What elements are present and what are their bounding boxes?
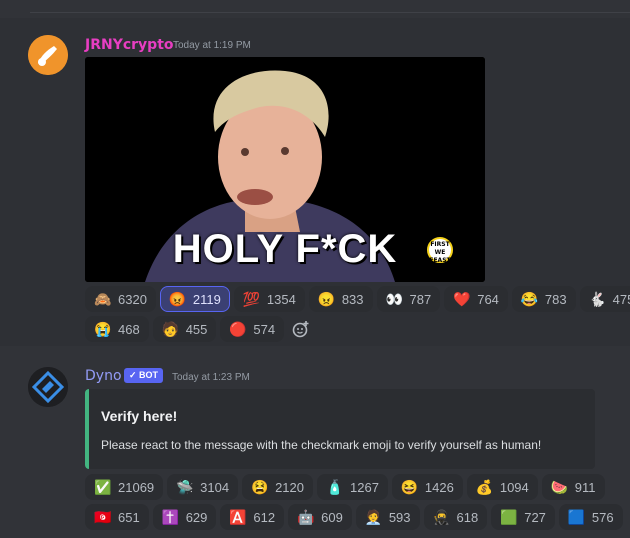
- divider: [30, 12, 630, 13]
- reaction-button[interactable]: 🙈 6320: [85, 286, 156, 312]
- reaction-button[interactable]: 🔴 574: [220, 316, 285, 342]
- reaction-count: 727: [524, 509, 546, 525]
- reaction-button[interactable]: 🧑‍💼 593: [355, 504, 420, 530]
- reaction-emoji-icon: 💯: [242, 290, 261, 307]
- username[interactable]: Dyno: [85, 368, 122, 384]
- reaction-button[interactable]: 👀 787: [376, 286, 441, 312]
- reaction-emoji-icon: 🛸: [176, 478, 194, 495]
- reaction-emoji-icon: 🥷: [432, 508, 450, 525]
- reaction-emoji-icon: 🧑: [161, 320, 180, 337]
- reaction-count: 455: [185, 321, 208, 337]
- avatar-jrnycrypto[interactable]: [28, 35, 68, 75]
- reaction-button[interactable]: 😭 468: [85, 316, 149, 342]
- reactions-row: 😭 468 🧑 455 🔴 574: [85, 316, 314, 342]
- reaction-button[interactable]: ❤️ 764: [444, 286, 508, 312]
- reaction-emoji-icon: ✅: [94, 478, 112, 495]
- reaction-emoji-icon: 👀: [385, 290, 403, 307]
- add-reaction-icon[interactable]: [288, 316, 314, 342]
- reaction-emoji-icon: 🧑‍💼: [364, 508, 383, 525]
- reaction-emoji-icon: 🟩: [500, 508, 518, 525]
- reaction-emoji-icon: 😡: [168, 290, 187, 307]
- reaction-button[interactable]: 🥷 618: [423, 504, 488, 530]
- reaction-count: 911: [574, 479, 596, 495]
- reaction-emoji-icon: 🧴: [326, 478, 344, 495]
- reaction-button[interactable]: 🟩 727: [491, 504, 555, 530]
- reactions-row: ✅ 21069 🛸 3104 😫 2120 🧴 1267 😆 1426 💰 1094 🍉 911: [85, 474, 605, 500]
- reaction-button[interactable]: 😫 2120: [242, 474, 313, 500]
- embed: Verify here! Please react to the message…: [85, 389, 595, 469]
- gif-caption: HOLY F*CK: [172, 227, 398, 271]
- reaction-count: 2119: [192, 291, 221, 307]
- reaction-button[interactable]: 😡 2119: [159, 286, 230, 312]
- reaction-emoji-icon: 🐇: [588, 290, 607, 307]
- reaction-count: 1094: [499, 479, 529, 495]
- reaction-count: 612: [253, 509, 276, 525]
- reaction-emoji-icon: 😆: [400, 478, 419, 495]
- reaction-count: 1426: [424, 479, 454, 495]
- reaction-emoji-icon: 🅰️: [229, 508, 247, 525]
- reaction-button[interactable]: 🟦 576: [558, 504, 623, 530]
- reaction-emoji-icon: 😭: [94, 320, 112, 337]
- reaction-count: 6320: [118, 291, 147, 307]
- reaction-button[interactable]: 😆 1426: [391, 474, 463, 500]
- reaction-count: 576: [591, 509, 614, 525]
- gif-watermark-logo: FIRST WE FEAST: [427, 237, 453, 264]
- reaction-button[interactable]: ✅ 21069: [85, 474, 164, 500]
- embed-title: Verify here!: [101, 408, 178, 424]
- reactions-row: 🙈 6320 😡 2119 💯 1354 😠 833 👀 787 ❤️ 764 😂 783 🐇 475: [85, 286, 630, 312]
- avatar-dyno[interactable]: [28, 367, 68, 407]
- reaction-emoji-icon: 😫: [251, 478, 269, 495]
- embed-accent-bar: [85, 389, 89, 469]
- username[interactable]: JRNYcrypto: [85, 37, 174, 53]
- reaction-button[interactable]: 😠 833: [308, 286, 373, 312]
- reaction-button[interactable]: 🐇 475: [579, 286, 630, 312]
- reaction-count: 833: [341, 291, 364, 307]
- embed-description: Please react to the message with the che…: [101, 438, 542, 452]
- bot-badge: ✓ BOT: [124, 368, 164, 383]
- reaction-count: 2120: [275, 479, 304, 495]
- timestamp: Today at 1:19 PM: [173, 40, 251, 51]
- reaction-count: 3104: [200, 479, 230, 495]
- reaction-count: 574: [253, 321, 276, 337]
- reaction-emoji-icon: 🍉: [550, 478, 569, 495]
- reaction-button[interactable]: 💯 1354: [233, 286, 305, 312]
- reaction-count: 783: [544, 291, 567, 307]
- reaction-button[interactable]: 😂 783: [511, 286, 576, 312]
- reaction-emoji-icon: ✝️: [161, 508, 180, 525]
- gif-attachment[interactable]: HOLY F*CK FIRST WE FEAST: [85, 57, 485, 282]
- reaction-count: 618: [456, 509, 479, 525]
- reaction-count: 609: [321, 509, 343, 525]
- reaction-emoji-icon: 🇹🇳: [94, 508, 112, 525]
- reaction-count: 468: [118, 321, 140, 337]
- reaction-button[interactable]: 🇹🇳 651: [85, 504, 149, 530]
- reaction-button[interactable]: 🧑 455: [152, 316, 217, 342]
- reaction-count: 764: [477, 291, 499, 307]
- reaction-emoji-icon: 😂: [520, 290, 539, 307]
- reaction-count: 475: [612, 291, 630, 307]
- reaction-button[interactable]: 🤖 609: [288, 504, 352, 530]
- reaction-emoji-icon: 💰: [475, 478, 494, 495]
- reaction-emoji-icon: 🔴: [229, 320, 247, 337]
- reaction-button[interactable]: 🍉 911: [541, 474, 605, 500]
- reaction-count: 1267: [350, 479, 379, 495]
- reaction-button[interactable]: 🧴 1267: [317, 474, 388, 500]
- reaction-emoji-icon: 🙈: [94, 290, 112, 307]
- reaction-button[interactable]: ✝️ 629: [152, 504, 217, 530]
- reaction-count: 651: [118, 509, 140, 525]
- reaction-count: 629: [185, 509, 208, 525]
- reaction-count: 21069: [118, 479, 155, 495]
- reaction-emoji-icon: 😠: [317, 290, 336, 307]
- timestamp: Today at 1:23 PM: [172, 372, 250, 383]
- reaction-button[interactable]: 💰 1094: [466, 474, 538, 500]
- reaction-button[interactable]: 🛸 3104: [167, 474, 239, 500]
- reaction-button[interactable]: 🅰️ 612: [220, 504, 285, 530]
- reaction-count: 593: [388, 509, 411, 525]
- reaction-count: 787: [409, 291, 432, 307]
- reactions-row: 🇹🇳 651 ✝️ 629 🅰️ 612 🤖 609 🧑‍💼 593 🥷 618 🟩 727 🟦 576: [85, 504, 623, 530]
- reaction-count: 1354: [266, 291, 296, 307]
- reaction-emoji-icon: 🤖: [297, 508, 315, 525]
- reaction-emoji-icon: 🟦: [567, 508, 586, 525]
- reaction-emoji-icon: ❤️: [453, 290, 471, 307]
